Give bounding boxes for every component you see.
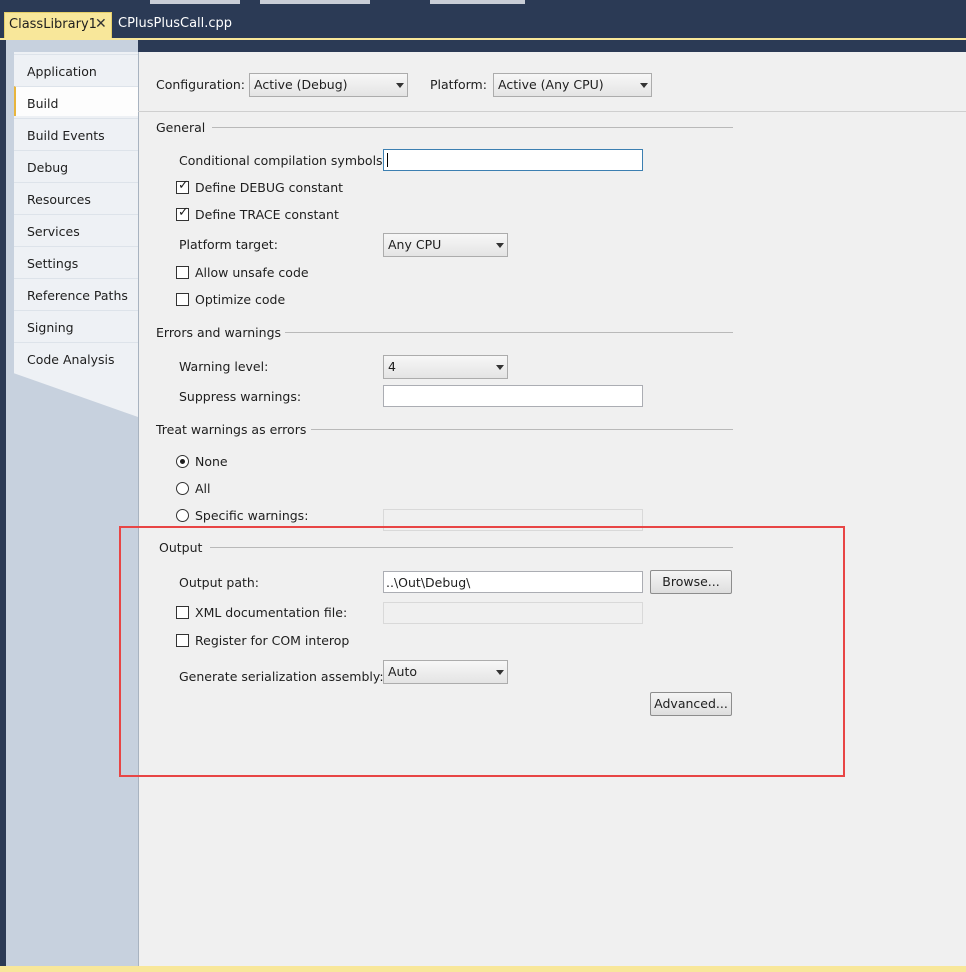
- nav-item-build-events[interactable]: Build Events: [14, 118, 138, 148]
- window-edge: [0, 40, 6, 972]
- configuration-value: Active (Debug): [254, 77, 348, 92]
- tab-cplusplus-call[interactable]: CPlusPlusCall.cpp: [118, 16, 232, 31]
- suppress-warnings-input[interactable]: [383, 385, 643, 407]
- warning-level-dropdown[interactable]: 4: [383, 355, 508, 379]
- chevron-down-icon: [496, 243, 504, 248]
- treat-specific-radio[interactable]: [176, 509, 189, 522]
- optimize-code-label: Optimize code: [195, 292, 286, 307]
- warning-level-value: 4: [388, 359, 396, 374]
- nav-item-signing[interactable]: Signing: [14, 310, 138, 340]
- suppress-warnings-label: Suppress warnings:: [179, 389, 302, 404]
- section-title-treat-warnings: Treat warnings as errors: [156, 422, 307, 437]
- optimize-code-checkbox[interactable]: [176, 293, 189, 306]
- checkmark-icon: ✓: [178, 178, 189, 193]
- toolbar-fragment: [430, 0, 525, 4]
- platform-target-value: Any CPU: [388, 237, 442, 252]
- tab-classlibrary1[interactable]: ClassLibrary1 ✕: [4, 12, 112, 38]
- tab-label: ClassLibrary1: [9, 17, 97, 32]
- chevron-down-icon: [396, 83, 404, 88]
- treat-specific-label: Specific warnings:: [195, 508, 309, 523]
- checkmark-icon: ✓: [178, 205, 189, 220]
- highlight-box: [119, 526, 845, 777]
- section-divider: [311, 429, 733, 430]
- platform-target-dropdown[interactable]: Any CPU: [383, 233, 508, 257]
- radio-dot-icon: [180, 459, 185, 464]
- section-divider: [212, 127, 733, 128]
- warning-level-label: Warning level:: [179, 359, 269, 374]
- nav-item-code-analysis[interactable]: Code Analysis: [14, 342, 138, 372]
- define-trace-checkbox[interactable]: ✓: [176, 205, 189, 221]
- cond-symbols-label: Conditional compilation symbols:: [179, 153, 387, 168]
- chevron-down-icon: [496, 365, 504, 370]
- nav-item-application[interactable]: Application: [14, 54, 138, 84]
- treat-all-radio[interactable]: [176, 482, 189, 495]
- text-caret: [387, 153, 388, 167]
- treat-none-label: None: [195, 454, 228, 469]
- allow-unsafe-label: Allow unsafe code: [195, 265, 309, 280]
- nav-item-resources[interactable]: Resources: [14, 182, 138, 212]
- platform-target-label: Platform target:: [179, 237, 278, 252]
- nav-item-settings[interactable]: Settings: [14, 246, 138, 276]
- configuration-label: Configuration:: [156, 77, 245, 92]
- title-strip: [0, 0, 966, 8]
- treat-all-label: All: [195, 481, 211, 496]
- define-trace-label: Define TRACE constant: [195, 207, 339, 222]
- toolbar-fragment: [260, 0, 370, 4]
- section-title-errors: Errors and warnings: [156, 325, 282, 340]
- platform-label: Platform:: [430, 77, 487, 92]
- nav-item-debug[interactable]: Debug: [14, 150, 138, 180]
- section-divider: [285, 332, 733, 333]
- header-separator: [138, 111, 966, 112]
- chevron-down-icon: [640, 83, 648, 88]
- tab-underline: [0, 38, 966, 40]
- treat-none-radio[interactable]: [176, 455, 189, 468]
- status-strip: [0, 966, 966, 972]
- nav-item-build[interactable]: Build: [14, 86, 138, 116]
- close-icon[interactable]: ✕: [95, 16, 107, 32]
- toolbar-fragment: [150, 0, 240, 4]
- platform-dropdown[interactable]: Active (Any CPU): [493, 73, 652, 97]
- define-debug-label: Define DEBUG constant: [195, 180, 344, 195]
- nav-item-services[interactable]: Services: [14, 214, 138, 244]
- allow-unsafe-checkbox[interactable]: [176, 266, 189, 279]
- define-debug-checkbox[interactable]: ✓: [176, 178, 189, 194]
- platform-value: Active (Any CPU): [498, 77, 604, 92]
- configuration-dropdown[interactable]: Active (Debug): [249, 73, 408, 97]
- nav-item-reference-paths[interactable]: Reference Paths: [14, 278, 138, 308]
- section-title-general: General: [156, 120, 206, 135]
- cond-symbols-input[interactable]: [383, 149, 643, 171]
